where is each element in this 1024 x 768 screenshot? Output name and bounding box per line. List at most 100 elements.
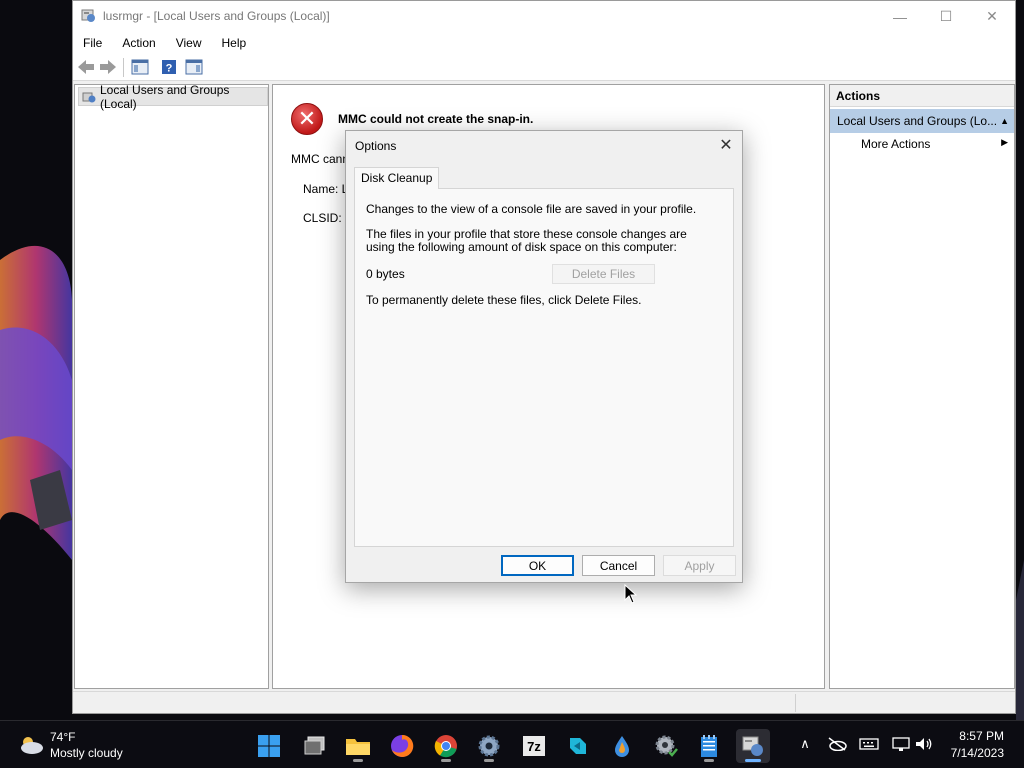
mmc-app-icon: [742, 736, 763, 756]
notepad-button[interactable]: [692, 729, 726, 763]
back-button[interactable]: [76, 58, 96, 76]
cancel-button[interactable]: Cancel: [582, 555, 655, 576]
console-tree-pane: Local Users and Groups (Local): [74, 83, 269, 689]
windows-start-icon: [258, 735, 280, 757]
window-title: lusrmgr - [Local Users and Groups (Local…: [103, 9, 330, 23]
cloud-offline-icon: [828, 737, 847, 751]
delete-files-button[interactable]: Delete Files: [552, 264, 655, 284]
options-dialog: Options ✕ Disk Cleanup Changes to the vi…: [345, 130, 743, 583]
menu-help[interactable]: Help: [212, 32, 257, 54]
weather-temperature[interactable]: 74°F: [50, 730, 75, 744]
error-title: MMC could not create the snap-in.: [338, 112, 534, 126]
keyboard-icon: [859, 738, 879, 750]
menu-view[interactable]: View: [166, 32, 212, 54]
network-tray-button[interactable]: [890, 733, 912, 755]
help-button[interactable]: ?: [159, 58, 179, 76]
delete-instructions: To permanently delete these files, click…: [366, 293, 642, 307]
tree-item-local-users-and-groups[interactable]: Local Users and Groups (Local): [78, 83, 268, 111]
dialog-title-bar[interactable]: Options ✕: [346, 131, 742, 159]
keyboard-tray-button[interactable]: [858, 733, 880, 755]
disk-space-note: The files in your profile that store the…: [366, 227, 687, 254]
menu-bar: File Action View Help: [73, 32, 1015, 54]
show-hidden-icons-button[interactable]: ∧: [794, 733, 816, 755]
actions-group-label: Local Users and Groups (Lo...: [837, 114, 998, 128]
dialog-close-button[interactable]: ✕: [715, 134, 737, 156]
weather-cloudy-icon[interactable]: [17, 734, 45, 756]
ok-button[interactable]: OK: [501, 555, 574, 576]
active-indicator: [745, 759, 761, 762]
gear-check-icon: [655, 735, 678, 757]
show-hide-action-pane-button[interactable]: [184, 58, 204, 76]
error-message: MMC cann: [291, 152, 350, 166]
7zip-button[interactable]: 7z: [517, 729, 551, 763]
minimize-icon: —: [893, 8, 907, 25]
weather-description[interactable]: Mostly cloudy: [50, 746, 123, 760]
console-view-note: Changes to the view of a console file ar…: [366, 202, 697, 216]
blue-arrow-app-button[interactable]: [561, 729, 595, 763]
firefox-button[interactable]: [385, 729, 419, 763]
volume-tray-button[interactable]: [913, 733, 935, 755]
more-actions-item[interactable]: More Actions: [861, 137, 930, 151]
actions-pane: Actions Local Users and Groups (Lo... ▲ …: [829, 84, 1015, 689]
svg-text:7z: 7z: [527, 739, 541, 754]
apply-button[interactable]: Apply: [663, 555, 736, 576]
submenu-arrow-icon[interactable]: ▶: [1001, 137, 1008, 148]
svg-text:?: ?: [166, 63, 173, 75]
taskbar: 74°F Mostly cloudy 7z ∧ 8:57 PM 7/14/202…: [0, 720, 1024, 768]
water-drop-icon: [615, 736, 629, 757]
clock-date[interactable]: 7/14/2023: [951, 746, 1004, 760]
menu-file[interactable]: File: [73, 32, 112, 54]
maximize-button[interactable]: ☐: [923, 1, 969, 32]
error-snapin-name: Name: L: [303, 182, 349, 196]
settings-button[interactable]: [472, 729, 506, 763]
actions-header: Actions: [830, 85, 1014, 107]
title-bar[interactable]: lusrmgr - [Local Users and Groups (Local…: [73, 1, 1015, 32]
menu-action[interactable]: Action: [112, 32, 165, 54]
disk-cleanup-panel: Changes to the view of a console file ar…: [354, 188, 734, 547]
running-indicator: [441, 759, 451, 762]
status-bar: [73, 691, 1015, 713]
show-hide-action-pane-icon: [185, 59, 203, 75]
actions-group-local-users[interactable]: Local Users and Groups (Lo... ▲: [830, 109, 1014, 133]
network-icon: [892, 737, 910, 751]
help-icon: ?: [162, 60, 176, 75]
back-arrow-icon: [78, 60, 94, 74]
minimize-button[interactable]: —: [877, 1, 923, 32]
error-glyph: ✕: [297, 106, 317, 131]
collapse-caret-icon[interactable]: ▲: [1000, 109, 1009, 133]
forward-button[interactable]: [98, 58, 118, 76]
close-button[interactable]: ✕: [969, 1, 1015, 32]
task-view-icon: [304, 736, 325, 755]
start-button[interactable]: [252, 729, 286, 763]
running-indicator: [704, 759, 714, 762]
maximize-icon: ☐: [939, 8, 953, 24]
toolbar: ?: [73, 54, 1015, 81]
chevron-up-icon: ∧: [800, 736, 810, 751]
forward-arrow-icon: [100, 60, 116, 74]
clock-time[interactable]: 8:57 PM: [959, 729, 1004, 743]
file-explorer-button[interactable]: [341, 729, 375, 763]
chrome-button[interactable]: [429, 729, 463, 763]
close-icon: ✕: [986, 8, 998, 24]
dialog-title: Options: [355, 139, 397, 153]
gear-check-app-button[interactable]: [649, 729, 683, 763]
users-groups-icon: [82, 92, 96, 103]
chrome-icon: [434, 735, 457, 758]
drop-app-button[interactable]: [605, 729, 639, 763]
folder-icon: [346, 739, 370, 755]
task-view-button[interactable]: [298, 729, 332, 763]
error-snapin-clsid: CLSID: {: [303, 211, 350, 225]
tab-strip: Disk Cleanup: [354, 167, 734, 189]
mmc-taskbar-button[interactable]: [736, 729, 770, 763]
running-indicator: [484, 759, 494, 762]
tab-disk-cleanup[interactable]: Disk Cleanup: [354, 167, 440, 189]
7zip-icon: 7z: [523, 736, 545, 756]
show-hide-tree-button[interactable]: [130, 58, 150, 76]
toolbar-separator: [123, 58, 124, 77]
mouse-cursor-icon: [624, 584, 638, 604]
status-bar-divider: [795, 694, 796, 712]
onedrive-tray-button[interactable]: [826, 733, 848, 755]
mmc-app-icon: [81, 9, 95, 22]
blue-arrow-app-icon: [570, 738, 586, 754]
close-icon: ✕: [719, 137, 733, 154]
